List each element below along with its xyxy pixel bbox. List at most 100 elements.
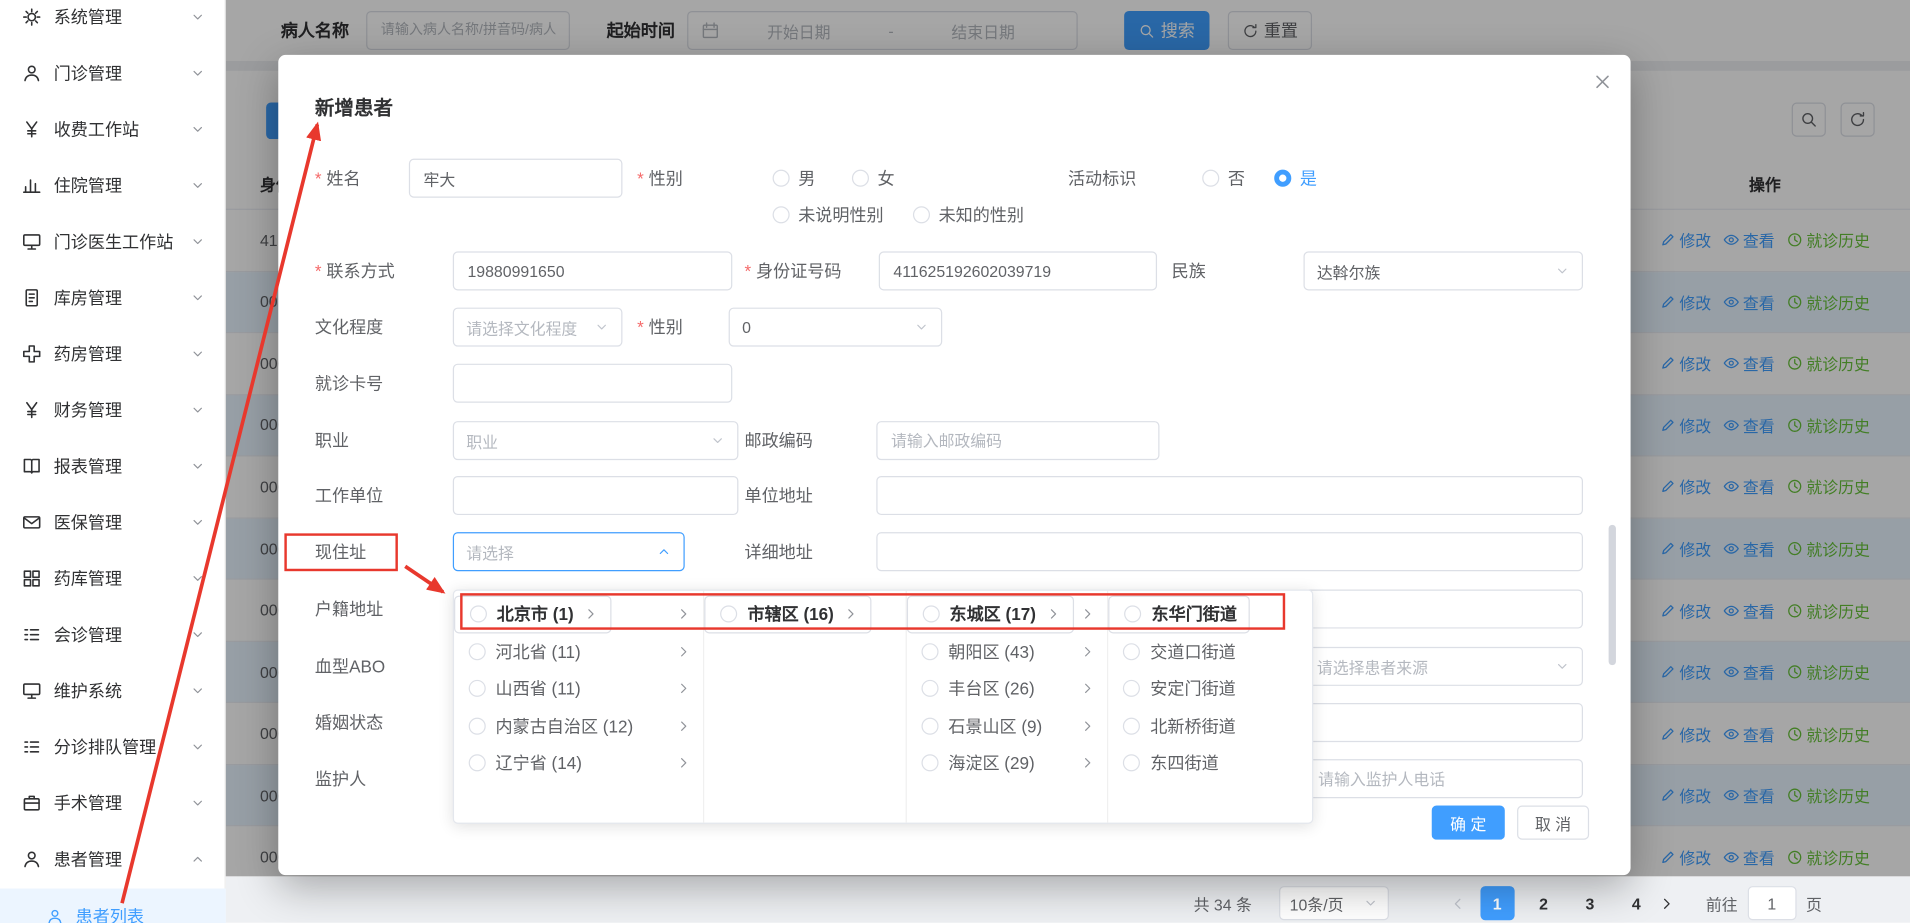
radio-icon[interactable] (469, 717, 486, 734)
gender-option-female[interactable]: 女 (852, 166, 895, 190)
current-address-cascader[interactable]: 请选择 (453, 532, 685, 571)
radio-icon[interactable] (921, 643, 938, 660)
postal-code-input[interactable] (876, 421, 1159, 460)
contact-input[interactable] (453, 251, 732, 290)
active-flag-option-no[interactable]: 否 (1202, 166, 1245, 190)
cascader-district-option[interactable]: 朝阳区 (43) (907, 633, 1108, 670)
radio-icon[interactable] (1125, 606, 1142, 623)
sidebar-item-label: 医保管理 (54, 510, 122, 534)
sidebar-item[interactable]: 医保管理 (0, 494, 225, 550)
cascader-province-option[interactable]: 北京市 (1) (454, 596, 611, 633)
sidebar-item[interactable]: 门诊医生工作站 (0, 214, 225, 270)
marital-right-input[interactable] (1303, 703, 1582, 742)
sidebar-item[interactable]: 药房管理 (0, 326, 225, 382)
page-number-button[interactable]: 1 (1480, 886, 1514, 920)
modal-scrollbar[interactable] (1609, 525, 1616, 665)
gender-option-male[interactable]: 男 (773, 166, 816, 190)
radio-icon[interactable] (852, 170, 869, 187)
sidebar-item[interactable]: 系统管理 (0, 0, 225, 45)
radio-icon[interactable] (921, 680, 938, 697)
confirm-button[interactable]: 确 定 (1432, 806, 1505, 840)
next-page-button[interactable] (1658, 895, 1674, 911)
cascader-district-option[interactable]: 丰台区 (26) (907, 670, 1108, 707)
radio-checked-icon[interactable] (1274, 170, 1291, 187)
cascader-province-option[interactable]: 河北省 (11) (454, 633, 703, 670)
sidebar-item[interactable]: 药库管理 (0, 550, 225, 606)
radio-icon[interactable] (913, 206, 930, 223)
active-flag-option-yes[interactable]: 是 (1274, 166, 1317, 190)
page-number-button[interactable]: 2 (1526, 886, 1560, 920)
radio-icon[interactable] (1202, 170, 1219, 187)
cascader-province-option[interactable]: 辽宁省 (14) (454, 745, 703, 782)
sidebar-item[interactable]: 财务管理 (0, 382, 225, 438)
cascader-district-option[interactable]: 海淀区 (29) (907, 745, 1108, 782)
sidebar-item[interactable]: 住院管理 (0, 157, 225, 213)
ethnicity-select[interactable]: 达斡尔族 (1303, 251, 1582, 290)
prev-page-button[interactable] (1450, 895, 1466, 911)
cascader-district-option[interactable]: 东城区 (17) (907, 596, 1074, 633)
goto-page-label: 前往 (1706, 892, 1738, 915)
occupation-label-text: 职业 (315, 428, 349, 452)
page-number-button[interactable]: 4 (1619, 886, 1653, 920)
cascader-street-option[interactable]: 交道口街道 (1109, 633, 1312, 670)
sidebar-item[interactable]: 分诊排队管理 (0, 719, 225, 775)
cascader-option-label: 山西省 (11) (496, 676, 581, 700)
unit-address-input[interactable] (876, 476, 1583, 515)
close-icon[interactable] (1593, 72, 1613, 92)
page-size-select[interactable]: 10条/页 (1279, 886, 1389, 920)
household-detail-input[interactable] (1303, 590, 1582, 629)
goto-page-input[interactable] (1747, 886, 1796, 920)
sidebar-item[interactable]: 患者管理 (0, 831, 225, 887)
radio-icon[interactable] (921, 755, 938, 772)
radio-icon[interactable] (921, 717, 938, 734)
visit-card-input[interactable] (453, 364, 732, 403)
radio-icon[interactable] (773, 170, 790, 187)
sidebar-item[interactable]: 手术管理 (0, 775, 225, 831)
guardian-phone-input[interactable] (1303, 759, 1582, 798)
radio-icon[interactable] (1123, 717, 1140, 734)
gender-option-unstated[interactable]: 未说明性别 (773, 203, 884, 227)
cascader-district-option[interactable]: 石景山区 (9) (907, 707, 1108, 744)
chevron-down-icon (190, 459, 205, 474)
gender-select[interactable]: 0 (729, 308, 943, 347)
work-unit-label-text: 工作单位 (315, 483, 383, 507)
radio-icon[interactable] (469, 643, 486, 660)
sidebar-item[interactable]: 维护系统 (0, 663, 225, 719)
cascader-street-option[interactable]: 东华门街道 (1109, 596, 1251, 633)
radio-icon[interactable] (721, 606, 738, 623)
detail-address-input[interactable] (876, 532, 1583, 571)
cascader-street-option[interactable]: 北新桥街道 (1109, 707, 1312, 744)
cancel-button[interactable]: 取 消 (1517, 806, 1589, 840)
radio-icon[interactable] (1123, 643, 1140, 660)
name-input[interactable] (409, 159, 623, 198)
sidebar-item[interactable]: 会诊管理 (0, 607, 225, 663)
cascader-option-label: 北新桥街道 (1150, 714, 1235, 738)
radio-icon[interactable] (1123, 680, 1140, 697)
sidebar-item[interactable]: 收费工作站 (0, 101, 225, 157)
occupation-select[interactable]: 职业 (453, 421, 739, 460)
radio-icon[interactable] (1123, 755, 1140, 772)
radio-icon[interactable] (469, 755, 486, 772)
cascader-street-option[interactable]: 东四街道 (1109, 745, 1312, 782)
page-number-button[interactable]: 3 (1573, 886, 1607, 920)
education-select[interactable]: 请选择文化程度 (453, 308, 623, 347)
radio-icon[interactable] (469, 680, 486, 697)
work-unit-input[interactable] (453, 476, 739, 515)
sidebar-item[interactable]: 库房管理 (0, 270, 225, 326)
sidebar-item[interactable]: 报表管理 (0, 438, 225, 494)
cascader-province-option[interactable]: 内蒙古自治区 (12) (454, 707, 703, 744)
cascader-province-option[interactable]: 山西省 (11) (454, 670, 703, 707)
radio-icon[interactable] (470, 606, 487, 623)
active-flag-label: 活动标识 (1068, 166, 1136, 190)
patient-source-select[interactable]: 请选择患者来源 (1303, 647, 1582, 686)
id-number-input[interactable] (879, 251, 1157, 290)
sidebar-item-patient-list[interactable]: 患者列表 (0, 889, 226, 923)
cascader-street-option[interactable]: 安定门街道 (1109, 670, 1312, 707)
sidebar-item[interactable]: 门诊管理 (0, 45, 225, 101)
radio-icon[interactable] (773, 206, 790, 223)
cascader-province-column: 北京市 (1) 天津市 (1) 河北省 (11) 山西省 (454, 591, 705, 823)
cascader-city-option[interactable]: 市辖区 (16) (705, 596, 872, 633)
radio-icon[interactable] (923, 606, 940, 623)
ethnicity-value: 达斡尔族 (1317, 259, 1380, 282)
gender-option-unknown[interactable]: 未知的性别 (913, 203, 1024, 227)
